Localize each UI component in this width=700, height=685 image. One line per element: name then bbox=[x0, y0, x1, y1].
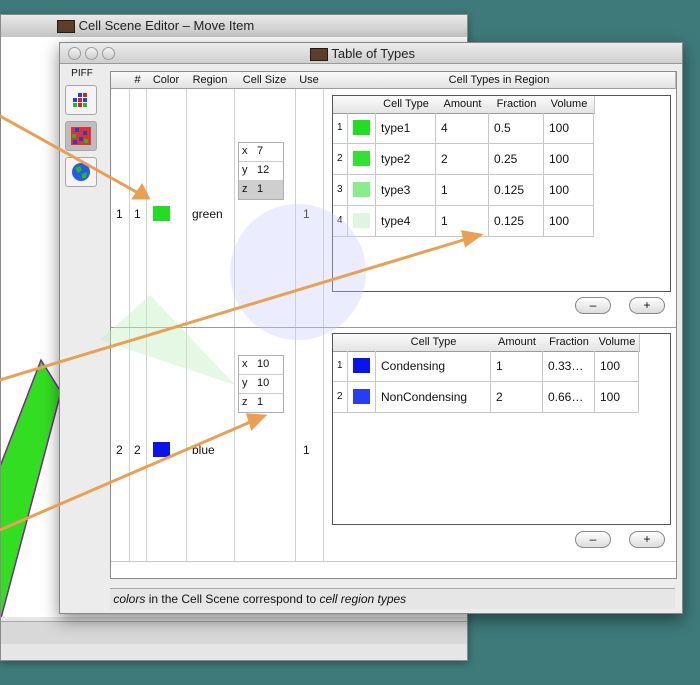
annotation-overlay bbox=[0, 114, 484, 532]
annotation-arrows bbox=[0, 114, 484, 532]
green-triangle-overlay bbox=[100, 295, 235, 385]
arrow-to-cell-size bbox=[0, 418, 256, 532]
blue-disc-overlay bbox=[230, 204, 366, 340]
arrowhead-icon bbox=[245, 413, 268, 431]
arrow-to-green-swatch bbox=[0, 114, 141, 196]
arrowhead-icon bbox=[461, 230, 484, 248]
